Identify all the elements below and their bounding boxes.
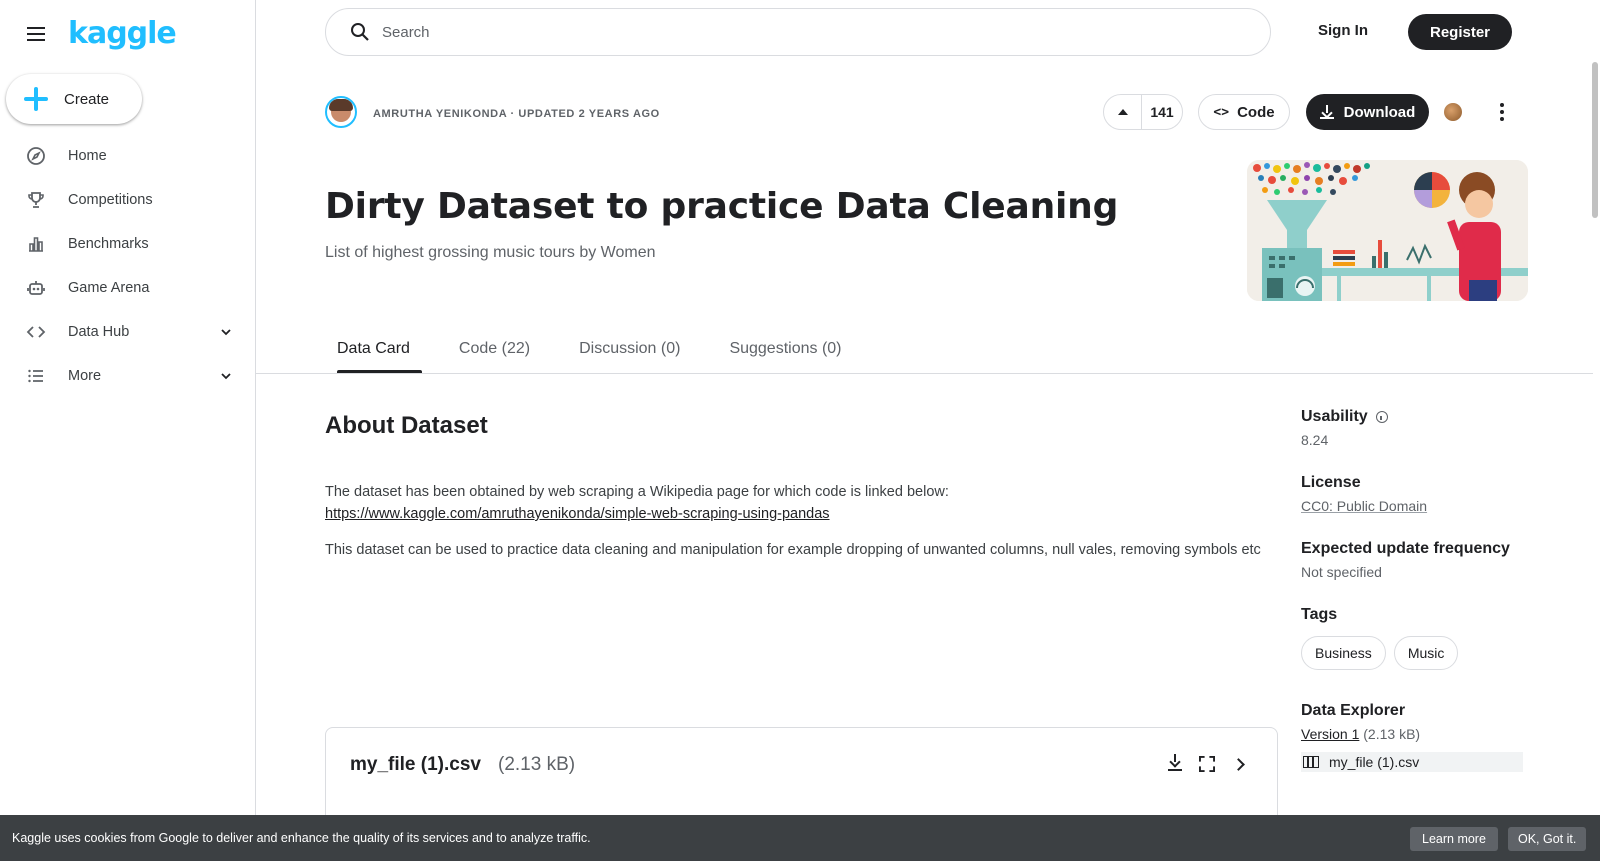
- about-heading: About Dataset: [325, 412, 488, 439]
- file-size: (2.13 kB): [498, 754, 576, 775]
- tag-chip[interactable]: Music: [1393, 636, 1459, 670]
- sidebar-item-data-hub[interactable]: Data Hub: [0, 310, 256, 354]
- tag-chip[interactable]: Business: [1301, 636, 1386, 670]
- search-input[interactable]: [382, 23, 1182, 41]
- author-line: AMRUTHA YENIKONDA · UPDATED 2 YEARS AGO: [373, 108, 660, 120]
- vote-control: 141: [1103, 94, 1183, 130]
- tab-data-card[interactable]: Data Card: [325, 334, 422, 374]
- scraping-code-link[interactable]: https://www.kaggle.com/amruthayenikonda/…: [325, 506, 830, 522]
- explorer-file-name: my_file (1).csv: [1329, 754, 1420, 770]
- license-heading: License: [1301, 474, 1361, 491]
- sidebar-item-label: Game Arena: [68, 280, 150, 296]
- sidebar-item-label: Data Hub: [68, 324, 130, 340]
- sidebar-item-competitions[interactable]: Competitions: [0, 178, 256, 222]
- version-info: Version 1 (2.13 kB): [1301, 726, 1531, 742]
- license-link[interactable]: CC0: Public Domain: [1301, 498, 1427, 514]
- info-icon[interactable]: [1375, 411, 1388, 423]
- author-avatar[interactable]: [325, 96, 357, 128]
- robot-icon: [25, 277, 47, 299]
- about-paragraph-2: This dataset can be used to practice dat…: [325, 542, 1261, 558]
- chevron-right-icon[interactable]: [1229, 754, 1249, 774]
- download-button-label: Download: [1343, 103, 1416, 121]
- file-name: my_file (1).csv: [350, 754, 481, 775]
- sidebar-item-label: Home: [68, 148, 107, 164]
- download-icon: [1319, 105, 1334, 119]
- sidebar-nav: Home Competitions Benchmarks Game Arena …: [0, 134, 256, 398]
- tabs-divider: [256, 373, 1593, 374]
- search-bar[interactable]: [325, 8, 1271, 56]
- sidebar-item-home[interactable]: Home: [0, 134, 256, 178]
- sign-in-link[interactable]: Sign In: [1318, 22, 1368, 39]
- list-icon: [25, 365, 47, 387]
- version-size: (2.13 kB): [1363, 726, 1421, 742]
- compass-icon: [25, 145, 47, 167]
- create-button[interactable]: Create: [6, 74, 142, 124]
- upvote-arrow-icon[interactable]: [1104, 95, 1142, 129]
- code-brackets-icon: <>: [1213, 104, 1230, 120]
- sidebar-item-label: Benchmarks: [68, 236, 149, 252]
- usability-value: 8.24: [1301, 432, 1329, 448]
- dataset-tabs: Data Card Code (22) Discussion (0) Sugge…: [325, 334, 879, 374]
- ok-got-it-button[interactable]: OK, Got it.: [1508, 827, 1587, 851]
- dataset-cover-image: [1247, 160, 1528, 301]
- plus-icon: [22, 85, 50, 113]
- dataset-metadata: Usability 8.24 License CC0: Public Domai…: [1301, 408, 1531, 772]
- page-scrollbar[interactable]: [1592, 62, 1598, 218]
- register-button[interactable]: Register: [1408, 14, 1512, 50]
- sidebar-item-game-arena[interactable]: Game Arena: [0, 266, 256, 310]
- vote-count[interactable]: 141: [1142, 104, 1182, 120]
- trophy-icon: [25, 189, 47, 211]
- code-button[interactable]: <> Code: [1198, 94, 1290, 130]
- dataset-title: Dirty Dataset to practice Data Cleaning: [325, 186, 1119, 227]
- learn-more-button[interactable]: Learn more: [1410, 827, 1498, 851]
- sidebar-item-label: More: [68, 368, 102, 384]
- cookie-text: Kaggle uses cookies from Google to deliv…: [12, 831, 591, 845]
- kaggle-logo[interactable]: kaggle: [68, 16, 177, 51]
- table-icon: [1303, 756, 1319, 768]
- tab-discussion[interactable]: Discussion (0): [567, 334, 692, 374]
- usability-heading: Usability: [1301, 408, 1531, 426]
- chevron-down-icon[interactable]: [218, 368, 234, 384]
- explorer-file-item[interactable]: my_file (1).csv: [1301, 752, 1523, 772]
- sidebar-item-benchmarks[interactable]: Benchmarks: [0, 222, 256, 266]
- tab-suggestions[interactable]: Suggestions (0): [717, 334, 853, 374]
- usability-label: Usability: [1301, 408, 1368, 425]
- dataset-subtitle: List of highest grossing music tours by …: [325, 244, 656, 261]
- license-value: CC0: Public Domain: [1301, 498, 1531, 514]
- chevron-down-icon[interactable]: [218, 324, 234, 340]
- medal-icon[interactable]: [1444, 103, 1462, 121]
- sidebar-item-more[interactable]: More: [0, 354, 256, 398]
- data-explorer-heading: Data Explorer: [1301, 702, 1406, 719]
- search-icon: [351, 23, 369, 41]
- more-options-icon[interactable]: [1498, 101, 1506, 123]
- sidebar: kaggle Create Home Competitions Benchmar…: [0, 0, 256, 861]
- sidebar-item-label: Competitions: [68, 192, 153, 208]
- download-button[interactable]: Download: [1306, 94, 1429, 130]
- about-paragraph-1: The dataset has been obtained by web scr…: [325, 481, 1275, 525]
- cookie-banner: Kaggle uses cookies from Google to deliv…: [0, 815, 1600, 861]
- frequency-value: Not specified: [1301, 564, 1382, 580]
- code-button-label: Code: [1237, 103, 1275, 121]
- fullscreen-icon[interactable]: [1197, 754, 1217, 774]
- tag-list: Business Music: [1301, 636, 1531, 670]
- tab-code[interactable]: Code (22): [447, 334, 542, 374]
- about-text: The dataset has been obtained by web scr…: [325, 484, 949, 500]
- version-link[interactable]: Version 1: [1301, 726, 1359, 742]
- bar-chart-icon: [25, 233, 47, 255]
- file-actions: [1165, 754, 1249, 774]
- hamburger-menu-icon[interactable]: [24, 22, 48, 46]
- create-label: Create: [64, 90, 110, 108]
- frequency-heading: Expected update frequency: [1301, 540, 1510, 557]
- code-brackets-icon: [25, 321, 47, 343]
- tags-heading: Tags: [1301, 606, 1338, 623]
- file-download-icon[interactable]: [1165, 754, 1185, 774]
- sidebar-header: kaggle: [24, 16, 177, 51]
